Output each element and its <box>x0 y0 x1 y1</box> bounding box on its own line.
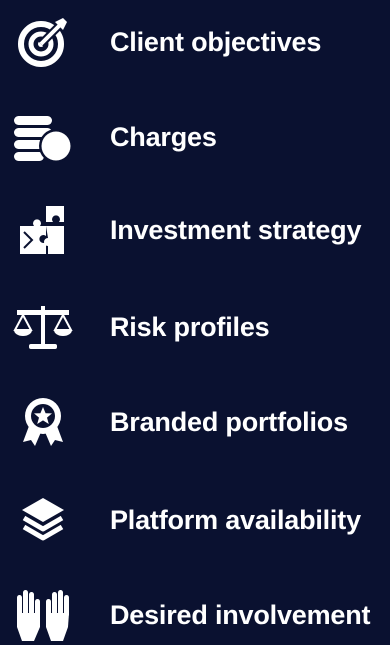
list-item-label: Desired involvement <box>110 599 371 630</box>
coins-icon <box>12 109 74 165</box>
layers-icon <box>12 492 74 548</box>
list-item-label: Branded portfolios <box>110 406 348 437</box>
list-item-label: Risk profiles <box>110 311 270 342</box>
list-item-label: Investment strategy <box>110 214 362 245</box>
list-item-branded-portfolios[interactable]: Branded portfolios <box>0 392 390 452</box>
raised-hands-icon <box>12 587 74 643</box>
scales-icon <box>12 299 74 355</box>
list-item-desired-involvement[interactable]: Desired involvement <box>0 585 390 645</box>
list-item-label: Client objectives <box>110 26 322 57</box>
list-item-charges[interactable]: Charges <box>0 107 390 167</box>
list-item-label: Platform availability <box>110 504 361 535</box>
puzzle-icon <box>12 202 74 258</box>
list-item-label: Charges <box>110 121 217 152</box>
award-badge-icon <box>12 394 74 450</box>
feature-list: Client objectives Charges Investment str… <box>0 0 390 641</box>
list-item-risk-profiles[interactable]: Risk profiles <box>0 297 390 357</box>
list-item-investment-strategy[interactable]: Investment strategy <box>0 200 390 260</box>
target-icon <box>12 14 74 70</box>
list-item-client-objectives[interactable]: Client objectives <box>0 12 390 72</box>
list-item-platform-availability[interactable]: Platform availability <box>0 490 390 550</box>
